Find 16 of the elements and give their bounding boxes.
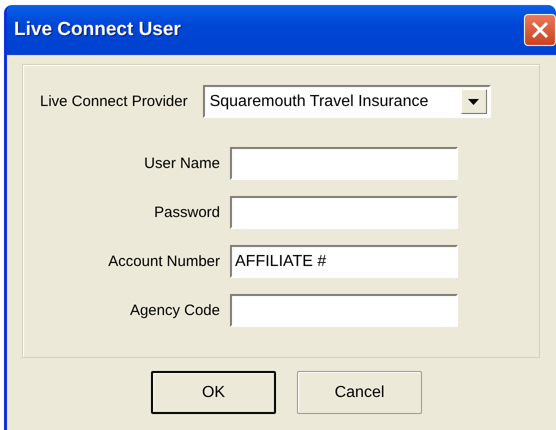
window-title: Live Connect User [14, 19, 181, 41]
field-label: Password [154, 204, 220, 221]
input-field[interactable]: AFFILIATE # [230, 245, 458, 278]
input-field[interactable] [230, 147, 458, 180]
input-field[interactable] [230, 294, 458, 327]
close-button[interactable] [524, 14, 556, 46]
provider-label: Live Connect Provider [40, 93, 188, 110]
ok-button[interactable]: OK [151, 371, 276, 414]
field-label: User Name [144, 155, 220, 172]
input-field[interactable] [230, 196, 458, 229]
field-label: Account Number [108, 253, 220, 270]
field-label: Agency Code [130, 302, 220, 319]
caret-icon [468, 98, 480, 104]
cancel-button[interactable]: Cancel [297, 371, 422, 414]
close-icon [531, 21, 549, 39]
provider-dropdown[interactable]: Squaremouth Travel Insurance [202, 85, 491, 118]
